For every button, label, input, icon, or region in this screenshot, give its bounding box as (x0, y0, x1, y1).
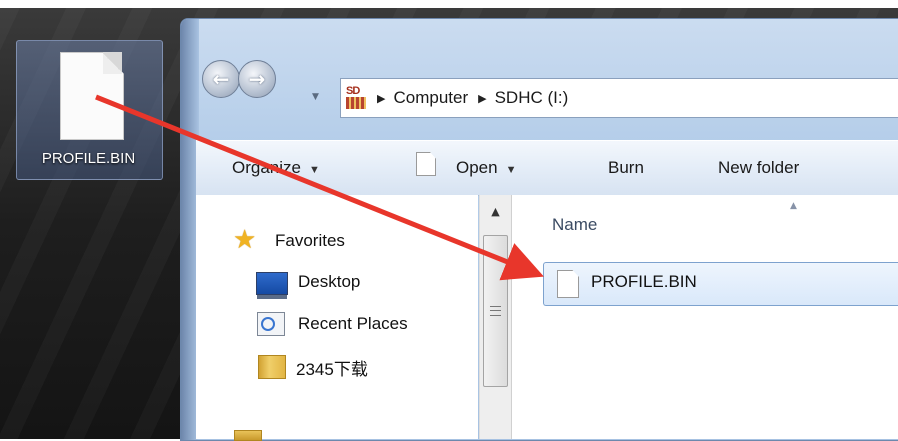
burn-button[interactable]: Burn (608, 158, 644, 178)
star-icon: ★ (233, 225, 257, 255)
scroll-thumb[interactable] (483, 235, 508, 387)
nav-item-desktop[interactable]: Desktop (298, 272, 360, 292)
nav-item-recent-places[interactable]: Recent Places (298, 314, 408, 334)
breadcrumb-separator-icon[interactable]: ▶ (377, 92, 385, 105)
file-name[interactable]: PROFILE.BIN (591, 272, 697, 292)
chevron-down-icon: ▼ (505, 164, 517, 176)
back-arrow-icon: ← (212, 67, 230, 91)
file-fold-corner (103, 52, 122, 74)
breadcrumb-computer[interactable]: Computer (393, 88, 468, 108)
recent-pages-dropdown-icon[interactable]: ▼ (312, 92, 322, 102)
recent-places-icon (257, 312, 285, 336)
folder-icon (258, 355, 286, 379)
top-strip (0, 0, 898, 8)
breadcrumb-drive[interactable]: SDHC (I:) (495, 88, 569, 108)
file-icon (557, 270, 579, 298)
back-button[interactable]: ← (202, 60, 240, 98)
open-button[interactable]: Open ▼ (456, 158, 516, 178)
breadcrumb-separator-icon[interactable]: ▶ (478, 92, 486, 105)
new-folder-button[interactable]: New folder (718, 158, 799, 178)
column-header-name[interactable]: Name (552, 215, 597, 235)
address-bar[interactable]: SD ▶ Computer ▶ SDHC (I:) (340, 78, 898, 118)
document-icon (416, 152, 436, 176)
desktop-icon (256, 272, 288, 299)
nav-pane-scrollbar[interactable]: ▲ (479, 195, 512, 439)
forward-arrow-icon: → (248, 67, 266, 91)
desktop-file-label[interactable]: PROFILE.BIN (16, 150, 161, 167)
sort-ascending-icon: ▲ (790, 201, 797, 211)
organize-button[interactable]: Organize ▼ (232, 158, 320, 178)
chevron-down-icon: ▼ (308, 164, 320, 176)
command-toolbar: Organize ▼ Open ▼ Burn New folder (196, 140, 898, 196)
folder-icon (234, 430, 262, 441)
forward-button[interactable]: → (238, 60, 276, 98)
scroll-up-arrow-icon[interactable]: ▲ (480, 195, 511, 227)
grip-icon (490, 306, 501, 316)
sd-card-drive-icon: SD (345, 85, 367, 111)
nav-item-2345-downloads[interactable]: 2345下载 (296, 355, 368, 380)
nav-item-favorites[interactable]: Favorites (275, 231, 345, 251)
